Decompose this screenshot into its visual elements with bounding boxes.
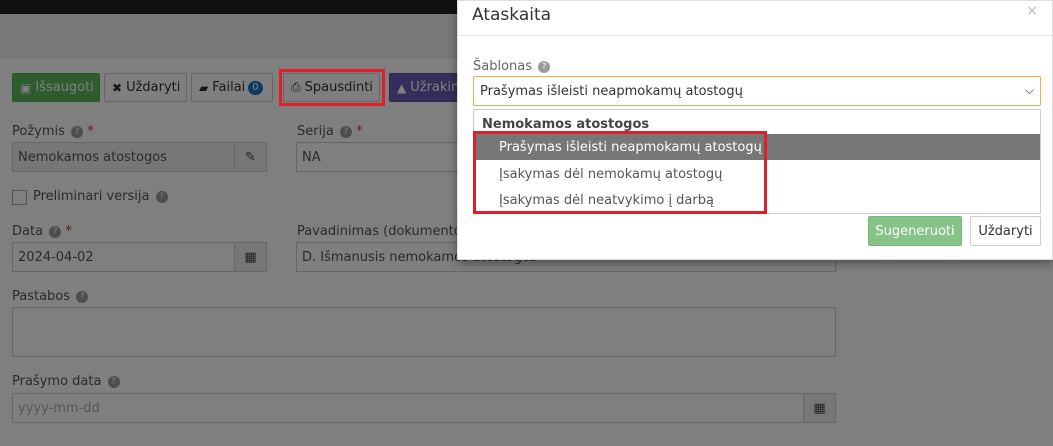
- modal-title: Ataskaita: [472, 5, 552, 25]
- generate-button[interactable]: Sugeneruoti: [868, 216, 962, 246]
- dropdown-group-label: Nemokamos atostogos: [482, 117, 650, 132]
- modal-divider: [458, 35, 1052, 36]
- template-select-value: Prašymas išleisti neapmokamų atostogų: [480, 83, 743, 99]
- template-select[interactable]: Prašymas išleisti neapmokamų atostogų ⌵: [473, 76, 1041, 106]
- modal-close-button[interactable]: Uždaryti: [970, 216, 1041, 246]
- template-dropdown-list: Nemokamos atostogos Prašymas išleisti ne…: [473, 109, 1041, 214]
- dropdown-option[interactable]: Įsakymas dėl neatvykimo į darbą: [474, 187, 1040, 213]
- template-label-text: Šablonas: [473, 59, 533, 74]
- template-label: Šablonas ?: [473, 59, 551, 74]
- report-modal: Ataskaita × Šablonas ? Prašymas išleisti…: [457, 0, 1053, 260]
- help-icon[interactable]: ?: [538, 60, 551, 73]
- dropdown-option[interactable]: Įsakymas dėl nemokamų atostogų: [474, 161, 1040, 187]
- dropdown-option[interactable]: Prašymas išleisti neapmokamų atostogų: [474, 134, 1040, 160]
- chevron-down-icon: ⌵: [1024, 83, 1034, 97]
- close-icon[interactable]: ×: [1026, 3, 1038, 19]
